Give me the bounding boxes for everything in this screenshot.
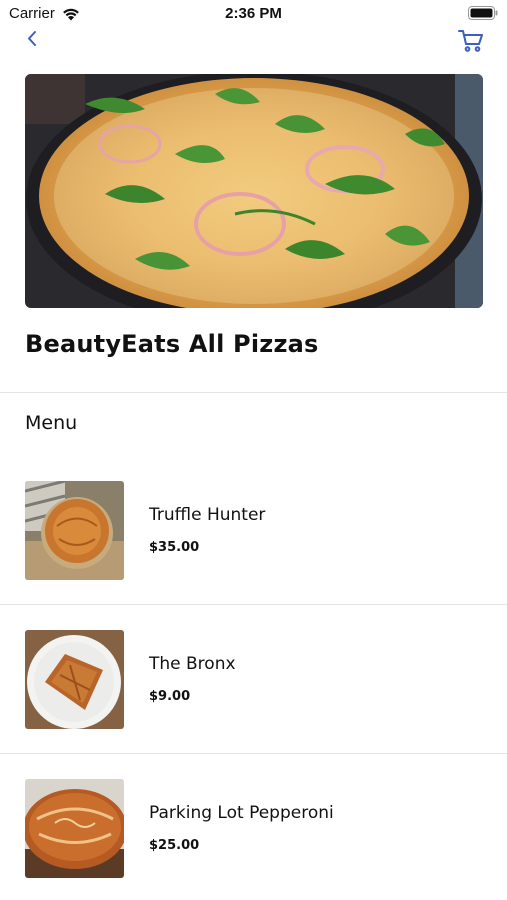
shopping-cart-icon <box>458 30 483 52</box>
store-hero-image <box>25 74 483 308</box>
navigation-bar <box>0 26 507 56</box>
back-button[interactable] <box>22 26 46 52</box>
store-title: BeautyEats All Pizzas <box>25 330 319 358</box>
menu-item-the-bronx[interactable]: The Bronx $9.00 <box>0 630 507 779</box>
battery-icon <box>468 6 498 20</box>
menu-item-name: The Bronx <box>149 654 236 674</box>
menu-item-name: Parking Lot Pepperoni <box>149 803 334 823</box>
menu-item-image <box>25 481 124 580</box>
menu-item-image <box>25 779 124 878</box>
cart-button[interactable] <box>457 26 485 54</box>
menu-item-price: $35.00 <box>149 540 200 555</box>
divider <box>0 392 507 393</box>
divider <box>0 753 507 754</box>
status-bar: Carrier 2:36 PM <box>0 0 507 28</box>
menu-section-title: Menu <box>25 412 78 434</box>
menu-item-price: $25.00 <box>149 838 200 853</box>
status-time: 2:36 PM <box>225 5 282 22</box>
chevron-left-icon <box>28 31 36 46</box>
menu-item-image <box>25 630 124 729</box>
menu-item-price: $9.00 <box>149 689 191 704</box>
divider <box>0 604 507 605</box>
menu-item-name: Truffle Hunter <box>149 505 266 525</box>
menu-item-parking-lot-pepperoni[interactable]: Parking Lot Pepperoni $25.00 <box>0 779 507 900</box>
menu-item-truffle-hunter[interactable]: Truffle Hunter $35.00 <box>0 481 507 630</box>
